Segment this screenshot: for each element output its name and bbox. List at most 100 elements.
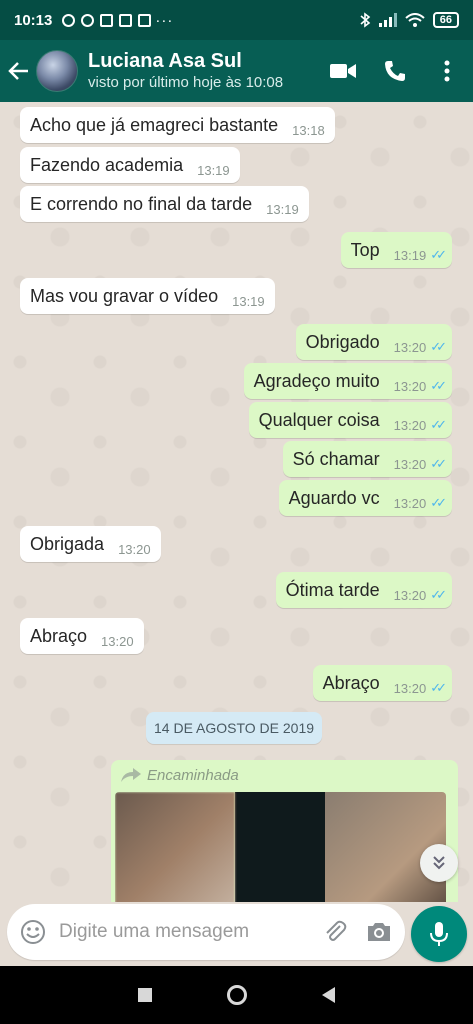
attach-button[interactable]: [321, 918, 349, 946]
more-options-button[interactable]: [421, 40, 473, 102]
message-time: 13:18: [292, 122, 325, 138]
recent-apps-button[interactable]: [137, 988, 152, 1002]
read-receipt-icon: ✓✓: [430, 417, 447, 432]
outgoing-message[interactable]: Aguardo vc 13:20 ✓✓: [278, 480, 452, 516]
message-time: 13:20: [101, 633, 134, 649]
arrow-left-icon: [8, 62, 28, 80]
message-time: 13:20: [393, 456, 427, 472]
outgoing-message[interactable]: Agradeço muito 13:20 ✓✓: [243, 363, 452, 399]
forwarded-label: Encaminhada: [115, 764, 454, 786]
more-notifications-icon: ···: [155, 11, 174, 29]
outgoing-message[interactable]: Top 13:19 ✓✓: [340, 232, 452, 268]
message-time: 13:20: [393, 339, 427, 355]
message-text: E correndo no final da tarde: [30, 193, 253, 214]
home-button[interactable]: [226, 985, 247, 1005]
read-receipt-icon: ✓✓: [430, 339, 447, 354]
message-time: 13:20: [393, 417, 427, 433]
message-input[interactable]: Digite uma mensagem: [59, 921, 305, 943]
message-time: 13:20: [393, 378, 427, 394]
contact-avatar[interactable]: [36, 50, 78, 92]
bluetooth-icon: [360, 12, 371, 28]
message-time: 13:19: [232, 293, 265, 309]
incoming-message[interactable]: Mas vou gravar o vídeo 13:19: [20, 278, 275, 314]
last-seen: visto por último hoje às 10:08: [88, 74, 284, 91]
system-back-button[interactable]: [322, 987, 336, 1003]
message-text: Obrigado: [305, 331, 380, 352]
message-time: 13:20: [393, 680, 427, 696]
emoji-icon: [21, 920, 45, 944]
gmail-notification-icon: [119, 13, 133, 27]
camera-button[interactable]: [365, 918, 393, 946]
outgoing-message[interactable]: Qualquer coisa 13:20 ✓✓: [248, 402, 452, 438]
forwarded-video-message[interactable]: Encaminhada: [111, 760, 458, 902]
back-button[interactable]: [2, 40, 36, 102]
message-composer: Digite uma mensagem: [7, 904, 405, 960]
incoming-message[interactable]: Fazendo academia 13:19: [20, 147, 240, 183]
voice-record-button[interactable]: [411, 906, 467, 962]
message-text: Abraço: [322, 672, 380, 693]
message-text: Fazendo academia: [30, 154, 184, 175]
read-receipt-icon: ✓✓: [430, 247, 447, 262]
outgoing-message[interactable]: Abraço 13:20 ✓✓: [312, 665, 452, 701]
read-receipt-icon: ✓✓: [430, 680, 447, 695]
outgoing-message[interactable]: Obrigado 13:20 ✓✓: [295, 324, 452, 360]
video-camera-icon: [330, 64, 356, 78]
message-text: Acho que já emagreci bastante: [30, 114, 279, 135]
video-call-button[interactable]: [317, 40, 369, 102]
message-text: Ótima tarde: [285, 579, 380, 600]
notification-icons: [62, 13, 152, 27]
read-receipt-icon: ✓✓: [430, 587, 447, 602]
message-time: 13:20: [393, 587, 427, 603]
voice-call-button[interactable]: [369, 40, 421, 102]
chat-area[interactable]: Acho que já emagreci bastante 13:18 Faze…: [0, 102, 473, 902]
pinterest-notification-icon: [62, 13, 76, 27]
mail-notification-icon: [100, 13, 114, 27]
forwarded-text: Encaminhada: [147, 766, 239, 784]
date-separator: 14 DE AGOSTO DE 2019: [146, 712, 323, 744]
scroll-to-bottom-button[interactable]: [420, 844, 458, 882]
message-text: Aguardo vc: [288, 487, 380, 508]
read-receipt-icon: ✓✓: [430, 378, 447, 393]
incoming-message[interactable]: Acho que já emagreci bastante 13:18: [20, 107, 335, 143]
message-time: 13:19: [197, 162, 230, 178]
contact-name: Luciana Asa Sul: [88, 50, 242, 72]
read-receipt-icon: ✓✓: [430, 495, 447, 510]
message-time: 13:19: [393, 247, 427, 263]
message-time: 13:19: [266, 201, 299, 217]
message-text: Obrigada: [30, 533, 105, 554]
instagram-notification-icon: [138, 13, 152, 27]
message-text: Qualquer coisa: [258, 409, 380, 430]
more-vertical-icon: [444, 60, 450, 82]
status-bar: 10:13 ··· 66: [0, 0, 473, 40]
message-time: 13:20: [118, 541, 151, 557]
video-frame-left: [115, 792, 235, 902]
message-text: Só chamar: [292, 448, 380, 469]
signal-icon: [378, 13, 397, 27]
message-text: Agradeço muito: [253, 370, 380, 391]
emoji-button[interactable]: [19, 918, 47, 946]
incoming-message[interactable]: E correndo no final da tarde 13:19: [20, 186, 309, 222]
message-text: Abraço: [30, 625, 88, 646]
status-time: 10:13: [14, 11, 53, 29]
message-time: 13:20: [393, 495, 427, 511]
forward-arrow-icon: [121, 768, 141, 782]
phone-icon: [385, 61, 405, 81]
camera-icon: [368, 923, 390, 941]
message-text: Mas vou gravar o vídeo: [30, 285, 219, 306]
video-thumbnail[interactable]: [115, 792, 446, 902]
incoming-message[interactable]: Obrigada 13:20: [20, 526, 161, 562]
paperclip-icon: [326, 920, 347, 941]
contact-info[interactable]: Luciana Asa Sul visto por último hoje às…: [88, 49, 317, 93]
pinterest-notification-icon: [81, 13, 95, 27]
chat-header: Luciana Asa Sul visto por último hoje às…: [0, 40, 473, 102]
video-frame-middle: [235, 792, 325, 902]
battery-indicator: 66: [432, 12, 459, 28]
incoming-message[interactable]: Abraço 13:20: [20, 618, 144, 654]
wifi-icon: [405, 13, 425, 27]
outgoing-message[interactable]: Ótima tarde 13:20 ✓✓: [275, 572, 452, 608]
double-chevron-down-icon: [433, 856, 445, 870]
outgoing-message[interactable]: Só chamar 13:20 ✓✓: [282, 441, 452, 477]
system-navigation-bar: [0, 966, 473, 1024]
microphone-icon: [430, 922, 448, 946]
message-text: Top: [350, 239, 380, 260]
